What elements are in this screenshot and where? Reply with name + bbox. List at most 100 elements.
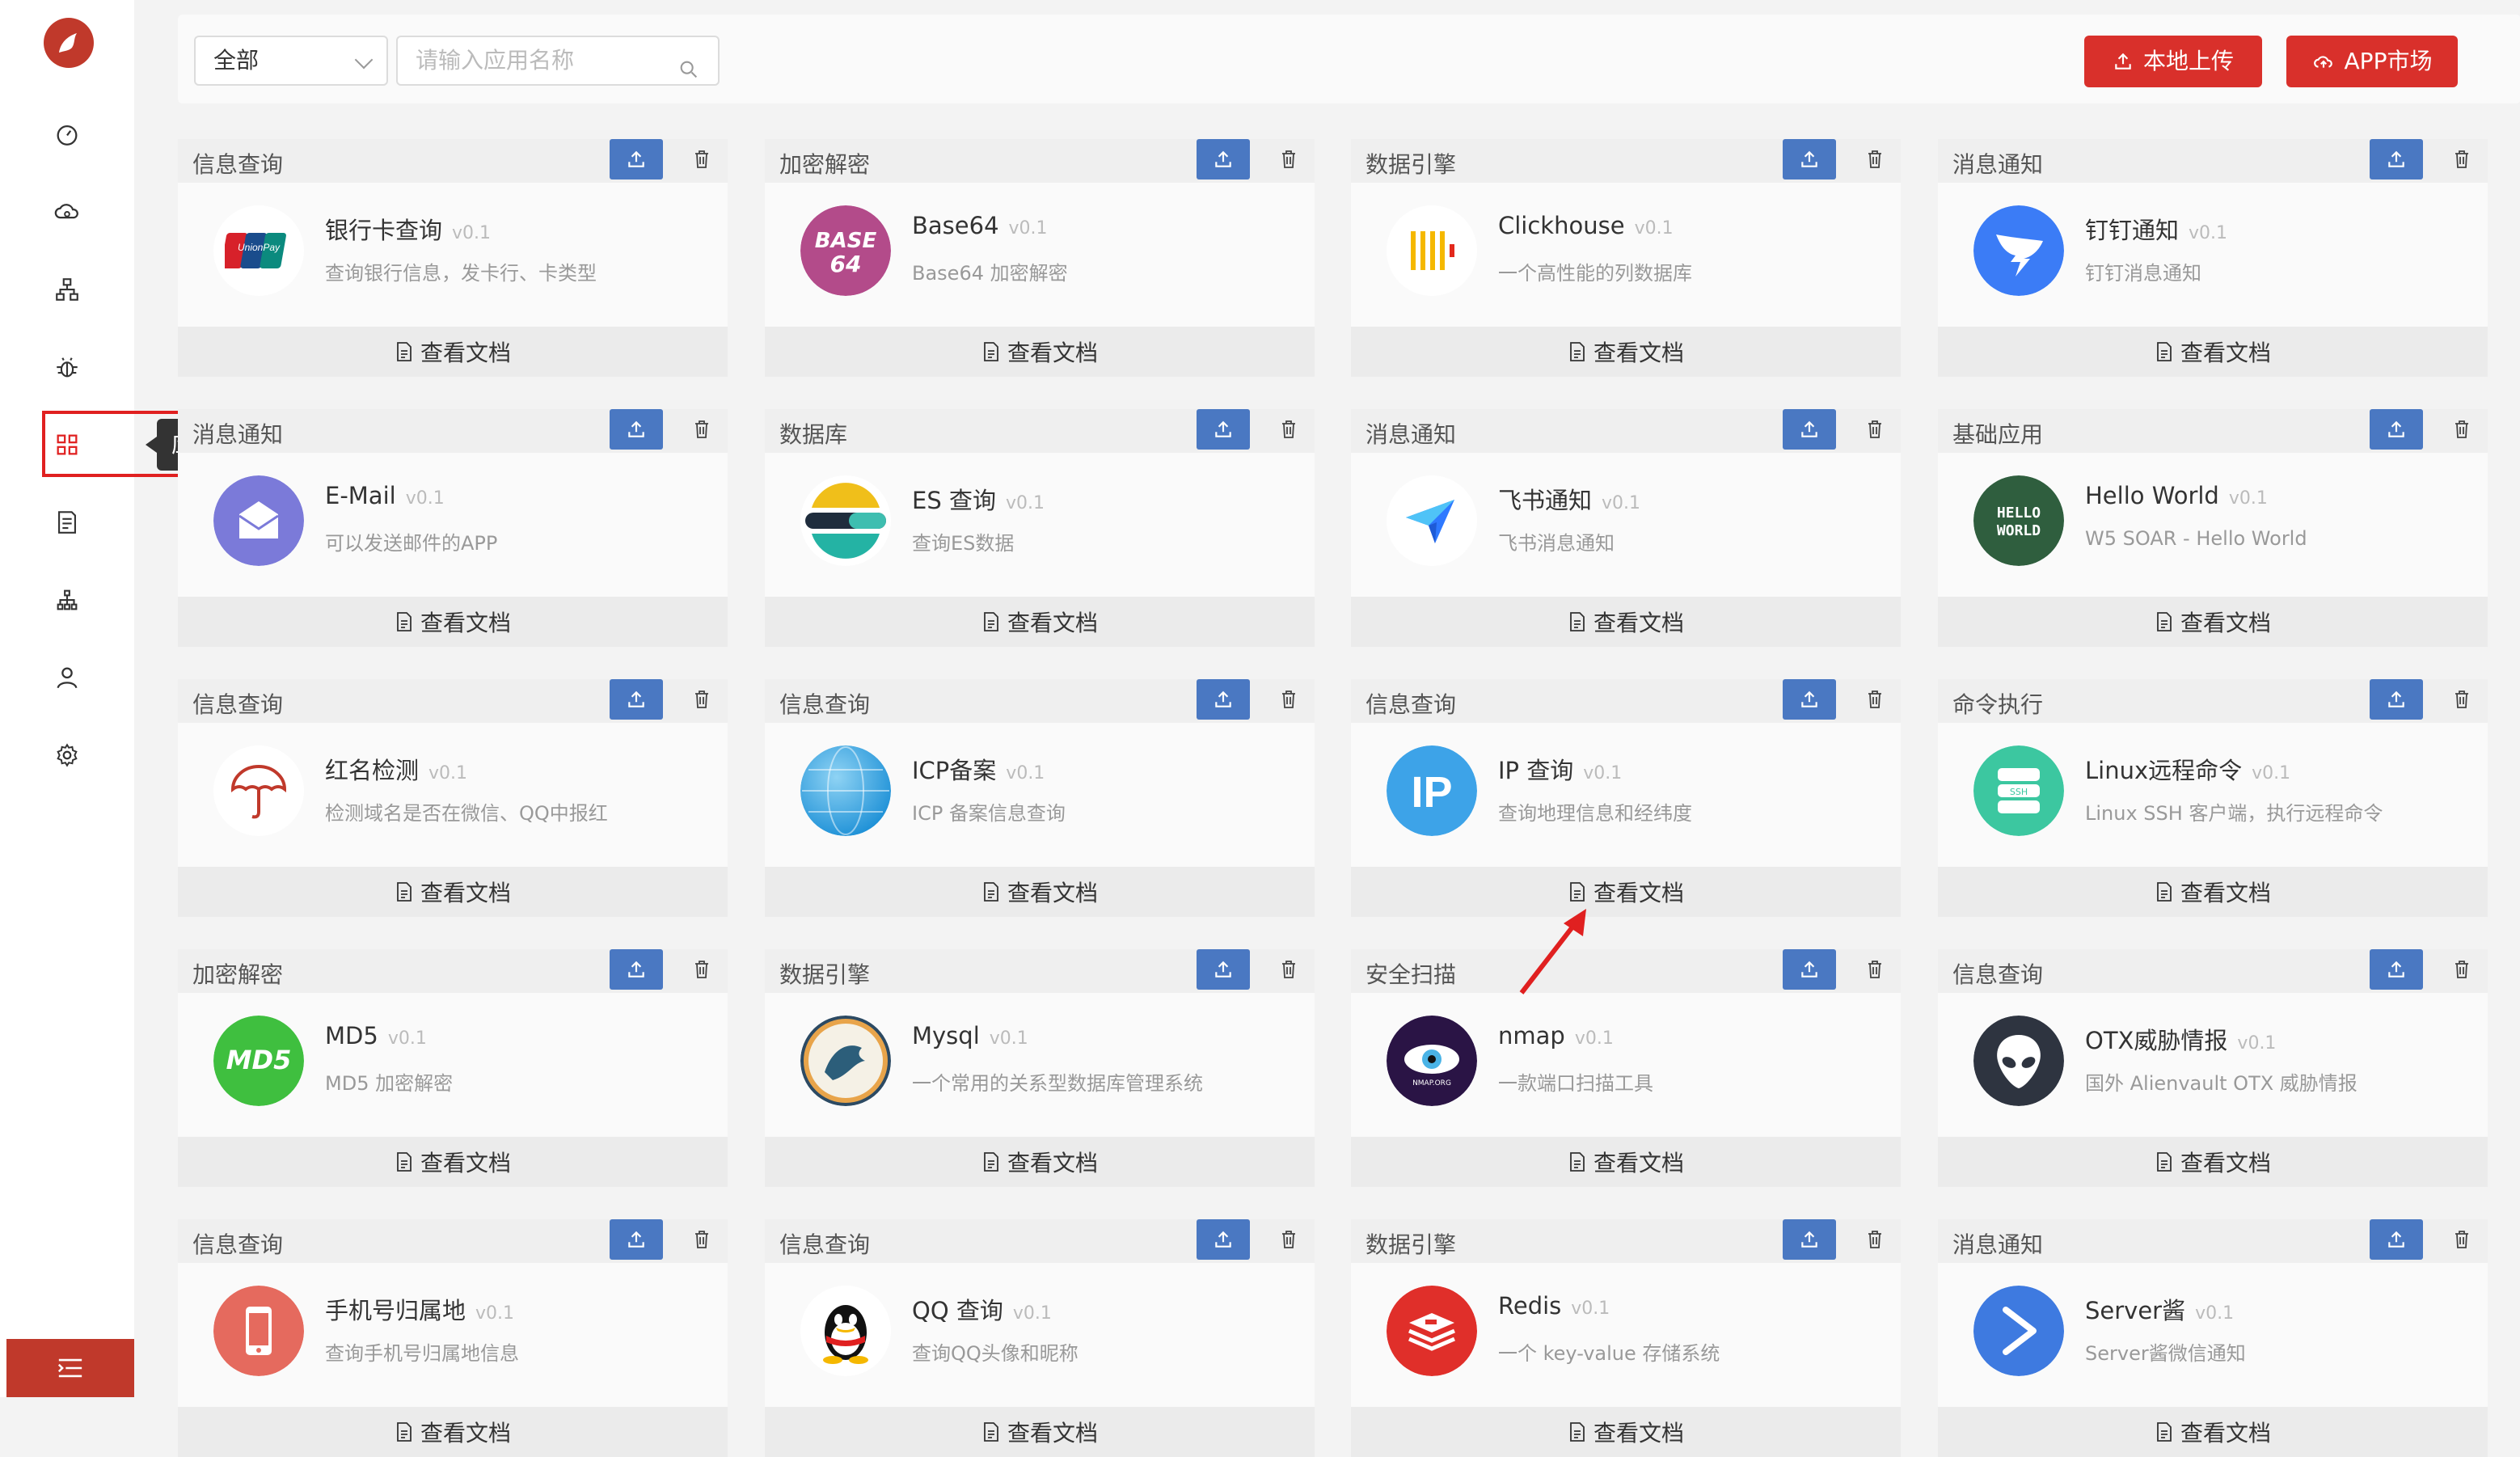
app-title[interactable]: QQ 查询 v0.1	[912, 1292, 1052, 1326]
delete-button[interactable]	[2446, 679, 2478, 720]
view-docs-button[interactable]: 查看文档	[1351, 1407, 1901, 1457]
view-docs-button[interactable]: 查看文档	[1938, 1137, 2488, 1187]
app-card[interactable]: 数据引擎 Redis v0.1 一个 key-value 存储系统 查看文档	[1351, 1219, 1901, 1457]
app-card[interactable]: 安全扫描 NMAP.ORG nmap v0.1 一款端口扫描工具 查看文档	[1351, 949, 1901, 1187]
export-button[interactable]	[610, 139, 663, 179]
export-button[interactable]	[610, 949, 663, 990]
nav-workflow[interactable]	[0, 181, 134, 243]
app-title[interactable]: 飞书通知 v0.1	[1498, 482, 1640, 516]
app-title[interactable]: MD5 v0.1	[325, 1022, 427, 1049]
nav-settings[interactable]	[0, 724, 134, 786]
delete-button[interactable]	[2446, 1219, 2478, 1260]
export-button[interactable]	[1783, 949, 1836, 990]
export-button[interactable]	[1783, 679, 1836, 720]
app-card[interactable]: 数据库 ES 查询 v0.1 查询ES数据 查看文档	[765, 409, 1315, 647]
view-docs-button[interactable]: 查看文档	[178, 327, 728, 377]
nav-user[interactable]	[0, 647, 134, 708]
export-button[interactable]	[1197, 139, 1250, 179]
app-title[interactable]: Linux远程命令 v0.1	[2085, 752, 2290, 786]
delete-button[interactable]	[2446, 139, 2478, 179]
app-card[interactable]: 数据引擎 Clickhouse v0.1 一个高性能的列数据库 查看文档	[1351, 139, 1901, 377]
app-card[interactable]: 命令执行 SSH Linux远程命令 v0.1 Linux SSH 客户端，执行远…	[1938, 679, 2488, 917]
app-title[interactable]: ICP备案 v0.1	[912, 752, 1045, 786]
view-docs-button[interactable]: 查看文档	[1351, 597, 1901, 647]
export-button[interactable]	[1197, 409, 1250, 450]
view-docs-button[interactable]: 查看文档	[178, 597, 728, 647]
local-upload-button[interactable]: 本地上传	[2084, 36, 2262, 87]
app-card[interactable]: 信息查询 QQ 查询 v0.1 查询QQ头像和昵称 查看文档	[765, 1219, 1315, 1457]
app-card[interactable]: 基础应用 HELLO WORLD Hello World v0.1 W5 SOAR …	[1938, 409, 2488, 647]
app-card[interactable]: 消息通知 飞书通知 v0.1 飞书消息通知 查看文档	[1351, 409, 1901, 647]
search-input[interactable]: 请输入应用名称	[396, 36, 720, 86]
app-card[interactable]: 数据引擎 Mysql v0.1 一个常用的关系型数据库管理系统 查看文档	[765, 949, 1315, 1187]
app-title[interactable]: Hello World v0.1	[2085, 482, 2268, 509]
app-title[interactable]: 手机号归属地 v0.1	[325, 1292, 514, 1326]
app-card[interactable]: 加密解密 BASE 64 Base64 v0.1 Base64 加密解密 查看文档	[765, 139, 1315, 377]
app-title[interactable]: Base64 v0.1	[912, 212, 1048, 239]
app-card[interactable]: 信息查询 ICP备案 v0.1 ICP 备案信息查询 查看文档	[765, 679, 1315, 917]
view-docs-button[interactable]: 查看文档	[765, 597, 1315, 647]
view-docs-button[interactable]: 查看文档	[1351, 1137, 1901, 1187]
delete-button[interactable]	[2446, 949, 2478, 990]
view-docs-button[interactable]: 查看文档	[765, 1407, 1315, 1457]
delete-button[interactable]	[686, 139, 718, 179]
delete-button[interactable]	[686, 409, 718, 450]
delete-button[interactable]	[1859, 679, 1891, 720]
delete-button[interactable]	[686, 949, 718, 990]
delete-button[interactable]	[1273, 1219, 1305, 1260]
view-docs-button[interactable]: 查看文档	[1938, 327, 2488, 377]
export-button[interactable]	[2370, 949, 2423, 990]
nav-dashboard[interactable]	[0, 103, 134, 165]
delete-button[interactable]	[686, 1219, 718, 1260]
app-logo[interactable]	[44, 18, 94, 68]
app-title[interactable]: IP 查询 v0.1	[1498, 752, 1622, 786]
view-docs-button[interactable]: 查看文档	[1938, 1407, 2488, 1457]
delete-button[interactable]	[2446, 409, 2478, 450]
view-docs-button[interactable]: 查看文档	[1938, 597, 2488, 647]
delete-button[interactable]	[1859, 409, 1891, 450]
export-button[interactable]	[610, 679, 663, 720]
category-select[interactable]: 全部	[194, 36, 388, 86]
app-title[interactable]: 银行卡查询 v0.1	[325, 212, 491, 246]
export-button[interactable]	[1197, 949, 1250, 990]
delete-button[interactable]	[1273, 139, 1305, 179]
app-card[interactable]: 信息查询 红名检测 v0.1 检测域名是否在微信、QQ中报红 查看文档	[178, 679, 728, 917]
app-card[interactable]: 信息查询 UnionPay 银行卡查询 v0.1 查询银行信息，发卡行、卡类型 查…	[178, 139, 728, 377]
app-title[interactable]: ES 查询 v0.1	[912, 482, 1045, 516]
export-button[interactable]	[1197, 1219, 1250, 1260]
app-card[interactable]: 信息查询 OTX威胁情报 v0.1 国外 Alienvault OTX 威胁情报 …	[1938, 949, 2488, 1187]
export-button[interactable]	[1783, 409, 1836, 450]
app-card[interactable]: 加密解密 MD5 MD5 v0.1 MD5 加密解密 查看文档	[178, 949, 728, 1187]
app-card[interactable]: 信息查询 手机号归属地 v0.1 查询手机号归属地信息 查看文档	[178, 1219, 728, 1457]
collapse-menu-button[interactable]	[6, 1339, 134, 1397]
view-docs-button[interactable]: 查看文档	[178, 1137, 728, 1187]
app-title[interactable]: OTX威胁情报 v0.1	[2085, 1022, 2276, 1056]
app-card[interactable]: 信息查询 IP IP 查询 v0.1 查询地理信息和经纬度 查看文档	[1351, 679, 1901, 917]
view-docs-button[interactable]: 查看文档	[1351, 867, 1901, 917]
nav-tree[interactable]	[0, 259, 134, 320]
export-button[interactable]	[2370, 1219, 2423, 1260]
app-title[interactable]: Redis v0.1	[1498, 1292, 1610, 1320]
nav-bug[interactable]	[0, 336, 134, 398]
app-card[interactable]: 消息通知 Server酱 v0.1 Server酱微信通知 查看文档	[1938, 1219, 2488, 1457]
export-button[interactable]	[2370, 679, 2423, 720]
view-docs-button[interactable]: 查看文档	[765, 867, 1315, 917]
app-title[interactable]: Server酱 v0.1	[2085, 1292, 2234, 1326]
view-docs-button[interactable]: 查看文档	[1351, 327, 1901, 377]
delete-button[interactable]	[1273, 679, 1305, 720]
export-button[interactable]	[2370, 139, 2423, 179]
nav-report[interactable]	[0, 492, 134, 553]
nav-org[interactable]	[0, 569, 134, 631]
delete-button[interactable]	[1859, 139, 1891, 179]
app-title[interactable]: E-Mail v0.1	[325, 482, 445, 509]
view-docs-button[interactable]: 查看文档	[765, 1137, 1315, 1187]
app-title[interactable]: Clickhouse v0.1	[1498, 212, 1674, 239]
app-card[interactable]: 消息通知 E-Mail v0.1 可以发送邮件的APP 查看文档	[178, 409, 728, 647]
app-card[interactable]: 消息通知 钉钉通知 v0.1 钉钉消息通知 查看文档	[1938, 139, 2488, 377]
delete-button[interactable]	[1859, 1219, 1891, 1260]
app-title[interactable]: 钉钉通知 v0.1	[2085, 212, 2227, 246]
export-button[interactable]	[2370, 409, 2423, 450]
app-title[interactable]: nmap v0.1	[1498, 1022, 1614, 1049]
export-button[interactable]	[1197, 679, 1250, 720]
view-docs-button[interactable]: 查看文档	[178, 867, 728, 917]
